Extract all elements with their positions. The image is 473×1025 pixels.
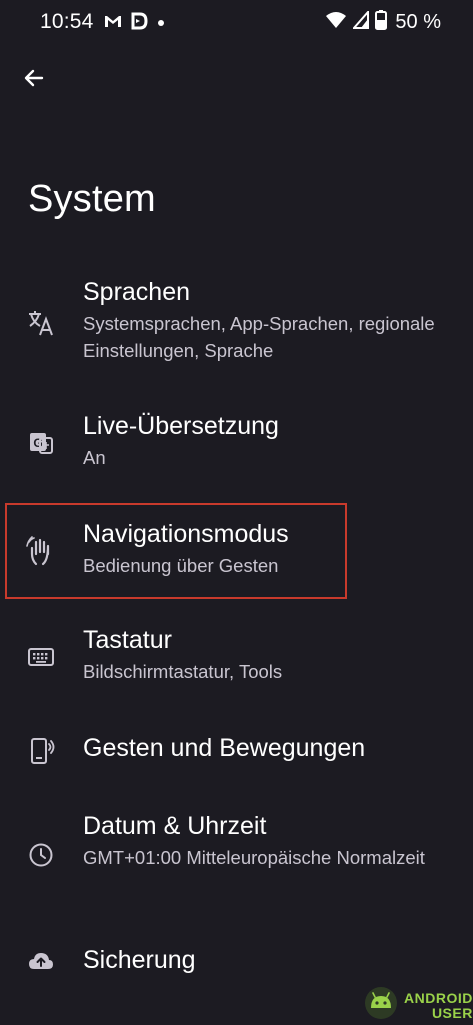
wifi-icon — [325, 11, 347, 34]
item-title: Live-Übersetzung — [83, 412, 279, 440]
item-subtitle: Bildschirmtastatur, Tools — [83, 661, 283, 682]
status-time: 10:54 — [40, 10, 94, 33]
item-title: Tastatur — [83, 626, 172, 654]
live-translate-icon: G — [26, 428, 56, 458]
arrow-back-icon — [22, 66, 46, 95]
battery-percentage: 50 % — [395, 11, 441, 33]
back-button[interactable] — [20, 66, 48, 94]
battery-icon — [375, 10, 388, 35]
cloud-upload-icon — [26, 946, 56, 976]
settings-item-tastatur[interactable]: Tastatur Bildschirmtastatur, Tools — [0, 624, 473, 694]
keyboard-icon — [26, 642, 56, 672]
watermark-line1: ANDROID — [404, 989, 473, 1006]
page-title: System — [28, 178, 156, 220]
status-bar: 10:54 50 % — [0, 0, 473, 48]
item-subtitle: Systemsprachen, App-Sprachen, regionale … — [83, 313, 435, 361]
android-robot-icon — [364, 986, 398, 1025]
gmail-icon — [104, 13, 122, 34]
gesture-hand-icon — [26, 536, 56, 566]
settings-item-gesten-und-bewegungen[interactable]: Gesten und Bewegungen — [0, 732, 473, 772]
clock-icon — [26, 840, 56, 870]
dot-icon — [156, 15, 166, 33]
settings-item-sicherung[interactable]: Sicherung — [0, 944, 473, 984]
android-user-watermark: ANDROID USER — [364, 986, 473, 1025]
settings-item-live-uebersetzung[interactable]: G Live-Übersetzung An — [0, 410, 473, 480]
notification-icons — [104, 12, 166, 35]
item-subtitle: Bedienung über Gesten — [83, 555, 279, 576]
settings-item-sprachen[interactable]: Sprachen Systemsprachen, App-Sprachen, r… — [0, 276, 473, 376]
item-title: Gesten und Bewegungen — [83, 734, 366, 762]
settings-item-datum-uhrzeit[interactable]: Datum & Uhrzeit GMT+01:00 Mitteleuropäis… — [0, 810, 473, 910]
item-subtitle: GMT+01:00 Mitteleuropäische Normalzeit — [83, 847, 425, 868]
item-title: Sprachen — [83, 278, 191, 306]
watermark-line2: USER — [431, 1004, 473, 1021]
drive-icon — [130, 12, 148, 35]
translate-icon — [26, 308, 56, 338]
cellular-icon — [352, 9, 370, 34]
status-right-group: 50 % — [325, 9, 441, 35]
phone-gesture-icon — [26, 736, 56, 766]
item-title: Sicherung — [83, 946, 196, 974]
item-title: Datum & Uhrzeit — [83, 812, 267, 840]
item-title: Navigationsmodus — [83, 520, 289, 548]
item-subtitle: An — [83, 447, 106, 468]
settings-item-navigationsmodus[interactable]: Navigationsmodus Bedienung über Gesten — [0, 518, 473, 588]
